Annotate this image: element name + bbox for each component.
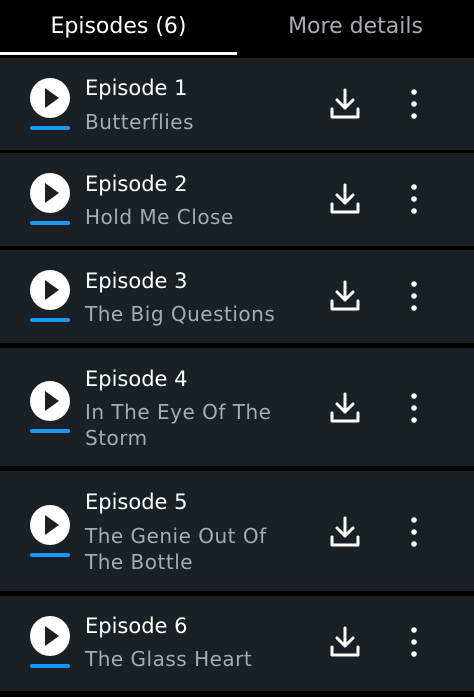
- episode-title: Episode 5: [85, 490, 188, 514]
- active-tab-indicator: [0, 52, 237, 55]
- tab-episodes[interactable]: Episodes (6): [0, 0, 237, 54]
- play-icon[interactable]: [30, 78, 70, 118]
- play-icon[interactable]: [30, 505, 70, 545]
- more-vertical-icon[interactable]: [404, 279, 424, 313]
- more-vertical-icon[interactable]: [404, 87, 424, 121]
- play-icon[interactable]: [30, 616, 70, 656]
- episode-title: Episode 3: [85, 269, 188, 293]
- episode-subtitle: The Genie Out Of The Bottle: [85, 524, 267, 574]
- episode-title: Episode 2: [85, 172, 188, 196]
- episode-row-5[interactable]: Episode 5 The Genie Out Of The Bottle: [0, 471, 474, 591]
- episode-subtitle: In The Eye Of The Storm: [85, 400, 272, 450]
- episode-subtitle: The Big Questions: [85, 302, 276, 326]
- more-vertical-icon[interactable]: [404, 182, 424, 216]
- more-vertical-icon[interactable]: [404, 391, 424, 425]
- download-icon[interactable]: [328, 182, 362, 216]
- tab-more-details[interactable]: More details: [237, 0, 474, 54]
- episode-row-6[interactable]: Episode 6 The Glass Heart: [0, 596, 474, 691]
- watch-progress-bar: [30, 664, 70, 668]
- watch-progress-bar: [30, 126, 70, 130]
- tab-bar: Episodes (6) More details: [0, 0, 474, 56]
- download-icon[interactable]: [328, 625, 362, 659]
- download-icon[interactable]: [328, 279, 362, 313]
- episode-title: Episode 4: [85, 367, 188, 391]
- play-icon[interactable]: [30, 381, 70, 421]
- more-vertical-icon[interactable]: [404, 515, 424, 549]
- download-icon[interactable]: [328, 391, 362, 425]
- episode-subtitle: Hold Me Close: [85, 205, 234, 229]
- download-icon[interactable]: [328, 515, 362, 549]
- episode-row-2[interactable]: Episode 2 Hold Me Close: [0, 153, 474, 246]
- episode-title: Episode 6: [85, 614, 188, 638]
- episode-title: Episode 1: [85, 76, 188, 100]
- episode-row-4[interactable]: Episode 4 In The Eye Of The Storm: [0, 348, 474, 466]
- watch-progress-bar: [30, 318, 70, 322]
- watch-progress-bar: [30, 221, 70, 225]
- episode-subtitle: Butterflies: [85, 110, 194, 134]
- more-vertical-icon[interactable]: [404, 625, 424, 659]
- episode-subtitle: The Glass Heart: [85, 647, 253, 671]
- watch-progress-bar: [30, 429, 70, 433]
- play-icon[interactable]: [30, 270, 70, 310]
- download-icon[interactable]: [328, 87, 362, 121]
- episode-row-3[interactable]: Episode 3 The Big Questions: [0, 250, 474, 343]
- episode-row-1[interactable]: Episode 1 Butterflies: [0, 58, 474, 150]
- watch-progress-bar: [30, 553, 70, 557]
- play-icon[interactable]: [30, 173, 70, 213]
